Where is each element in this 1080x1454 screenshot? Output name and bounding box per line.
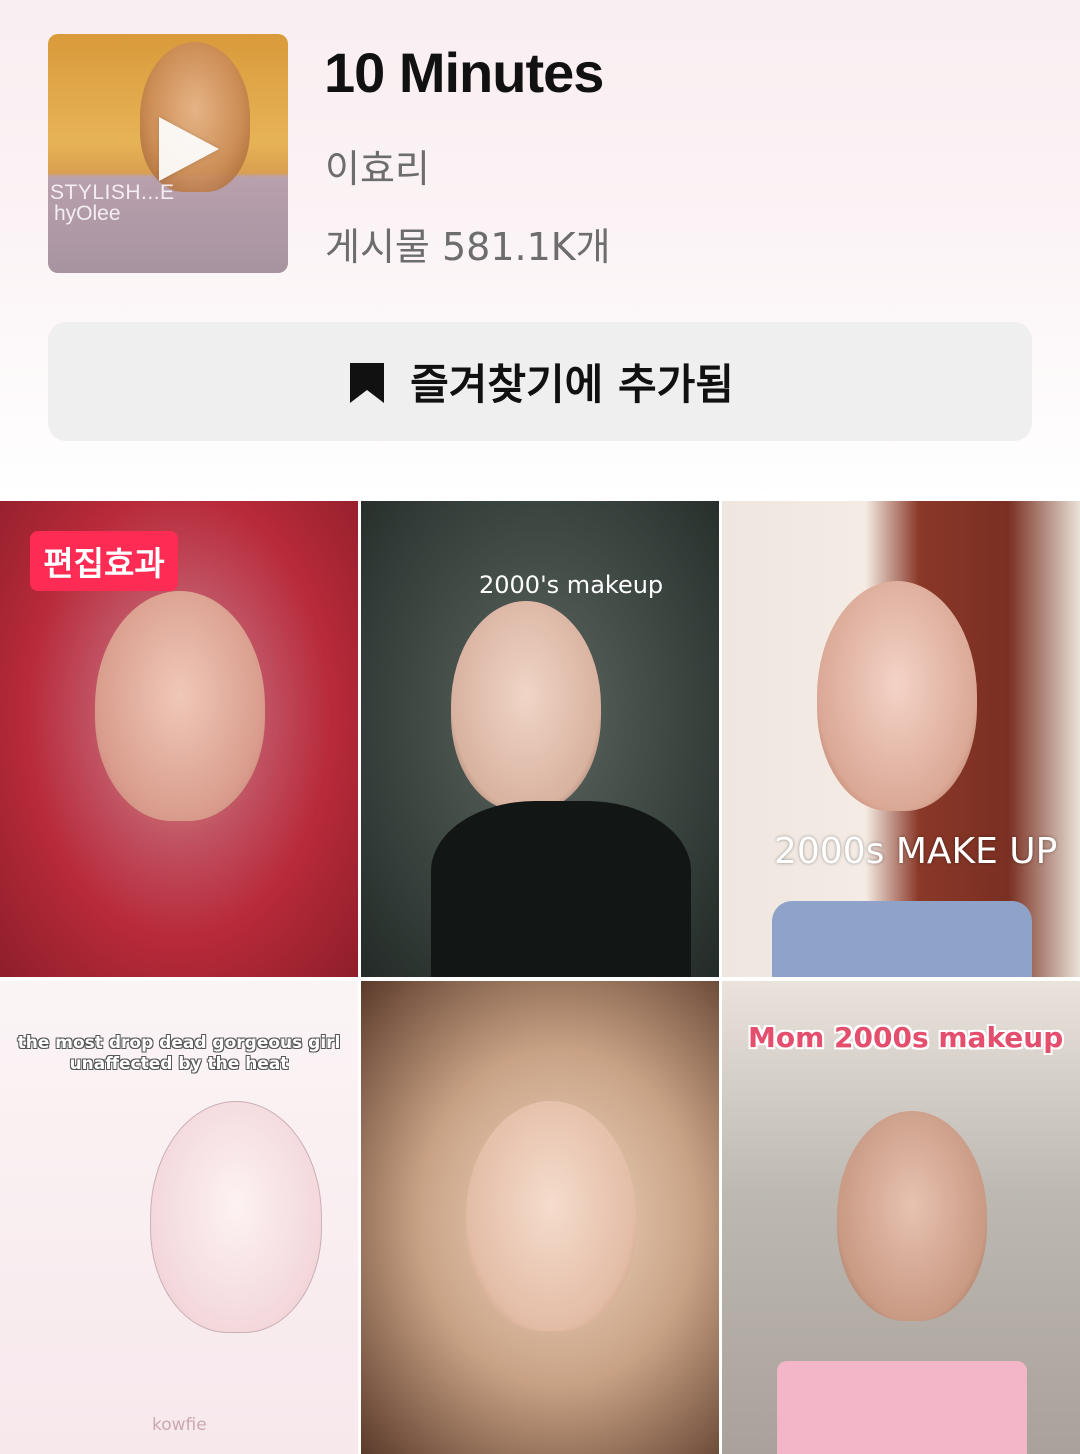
effect-badge: 편집효과	[30, 531, 178, 591]
video-caption: the most drop dead gorgeous girl unaffec…	[17, 1033, 341, 1074]
video-caption: 2000's makeup	[479, 571, 664, 599]
thumbnail-figure	[837, 1111, 987, 1321]
video-thumbnail[interactable]: 편집효과	[0, 501, 358, 977]
video-thumbnail[interactable]	[361, 981, 719, 1454]
album-text-line2: hyOlee	[54, 202, 121, 225]
thumbnail-figure	[150, 1101, 322, 1333]
video-caption: Mom 2000s makeup	[748, 1021, 1064, 1054]
favorite-button-label: 즐겨찾기에 추가됨	[410, 360, 734, 409]
thumbnail-figure	[95, 591, 265, 821]
video-thumbnail[interactable]: the most drop dead gorgeous girl unaffec…	[0, 981, 358, 1454]
thumbnail-top	[777, 1361, 1027, 1454]
video-watermark: kowfie	[152, 1415, 207, 1435]
favorite-button[interactable]: 즐겨찾기에 추가됨	[48, 322, 1032, 441]
video-caption: 2000s MAKE UP	[774, 831, 1058, 872]
thumbnail-figure	[817, 581, 977, 811]
thumbnail-top	[772, 901, 1032, 977]
album-cover[interactable]: STYLISH...E hyOlee	[48, 34, 288, 273]
thumbnail-figure	[451, 601, 601, 811]
sound-title: 10 Minutes	[324, 41, 604, 104]
bookmark-icon	[350, 362, 385, 403]
play-icon[interactable]	[159, 117, 219, 181]
video-thumbnail[interactable]: Mom 2000s makeup	[722, 981, 1080, 1454]
video-grid: 편집효과 2000's makeup 2000s MAKE UP the mos…	[0, 501, 1080, 1454]
sound-artist[interactable]: 이효리	[325, 138, 430, 193]
thumbnail-figure	[466, 1101, 636, 1331]
video-thumbnail[interactable]: 2000's makeup	[361, 501, 719, 977]
post-count: 게시물 581.1K개	[325, 225, 611, 269]
video-thumbnail[interactable]: 2000s MAKE UP	[722, 501, 1080, 977]
thumbnail-body	[431, 801, 691, 977]
